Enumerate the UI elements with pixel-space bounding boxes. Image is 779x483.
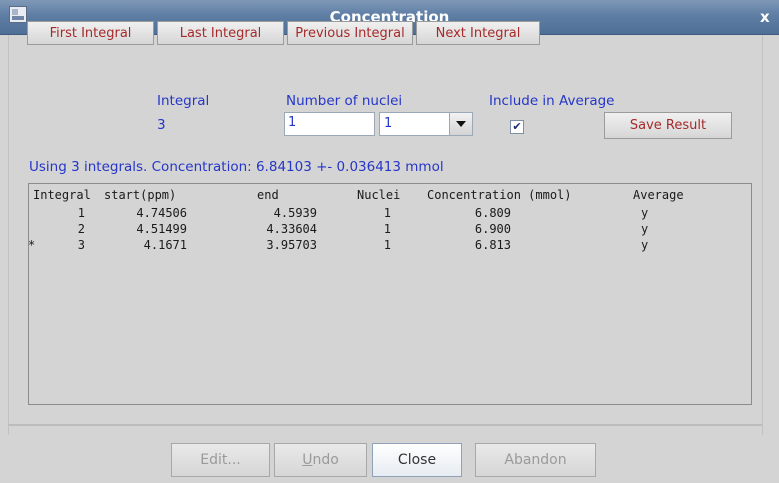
col-header-start: start(ppm) bbox=[104, 188, 177, 202]
table-cell-concentration: 6.809 bbox=[474, 206, 511, 220]
table-cell-average: y bbox=[641, 222, 649, 236]
nuclei-input[interactable]: 1 bbox=[284, 112, 375, 136]
include-average-checkbox[interactable]: ✔ bbox=[510, 120, 524, 134]
table-cell-nuclei: 1 bbox=[383, 206, 391, 220]
close-icon[interactable]: x bbox=[760, 0, 770, 34]
table-cell-end: 3.95703 bbox=[266, 238, 317, 252]
integral-label: Integral bbox=[157, 93, 210, 109]
next-integral-button[interactable]: Next Integral bbox=[416, 21, 540, 45]
col-header-concentration: Concentration (mmol) bbox=[427, 188, 572, 202]
abandon-button[interactable]: Abandon bbox=[475, 443, 596, 477]
table-cell-average: y bbox=[641, 238, 649, 252]
table-cell-concentration: 6.900 bbox=[474, 222, 511, 236]
table-cell-average: y bbox=[641, 206, 649, 220]
undo-mnemonic: U bbox=[302, 452, 313, 468]
integrals-table[interactable]: Integral start(ppm) end Nuclei Concentra… bbox=[28, 183, 752, 405]
table-cell-start: 4.74506 bbox=[136, 206, 187, 220]
table-cell-concentration: 6.813 bbox=[474, 238, 511, 252]
include-average-label: Include in Average bbox=[489, 93, 615, 109]
table-cell-start: 4.51499 bbox=[136, 222, 187, 236]
nuclei-select[interactable]: 1 bbox=[379, 112, 473, 136]
col-header-average: Average bbox=[633, 188, 684, 202]
undo-label: ndo bbox=[312, 452, 339, 468]
chevron-down-icon[interactable] bbox=[449, 113, 472, 135]
table-cell-nuclei: 1 bbox=[383, 222, 391, 236]
last-integral-button[interactable]: Last Integral bbox=[157, 21, 284, 45]
undo-button[interactable]: Undo bbox=[274, 443, 367, 477]
table-cell-integral: 1 bbox=[77, 206, 85, 220]
nuclei-label: Number of nuclei bbox=[286, 93, 403, 109]
close-button[interactable]: Close bbox=[372, 443, 462, 477]
current-row-marker: * bbox=[28, 238, 36, 252]
table-cell-nuclei: 1 bbox=[383, 238, 391, 252]
integral-value: 3 bbox=[157, 117, 166, 133]
table-cell-integral: 2 bbox=[77, 222, 85, 236]
previous-integral-button[interactable]: Previous Integral bbox=[287, 21, 413, 45]
first-integral-button[interactable]: First Integral bbox=[27, 21, 154, 45]
table-cell-start: 4.1671 bbox=[143, 238, 187, 252]
table-cell-end: 4.33604 bbox=[266, 222, 317, 236]
checkmark-icon: ✔ bbox=[512, 120, 522, 133]
divider bbox=[8, 424, 763, 426]
save-result-button[interactable]: Save Result bbox=[604, 112, 732, 139]
col-header-integral: Integral bbox=[33, 188, 91, 202]
nuclei-select-value: 1 bbox=[384, 116, 393, 131]
concentration-summary: Using 3 integrals. Concentration: 6.8410… bbox=[29, 159, 444, 175]
col-header-end: end bbox=[257, 188, 279, 202]
table-cell-integral: 3 bbox=[77, 238, 85, 252]
edit-button[interactable]: Edit... bbox=[171, 443, 270, 477]
col-header-nuclei: Nuclei bbox=[357, 188, 401, 202]
table-cell-end: 4.5939 bbox=[273, 206, 317, 220]
